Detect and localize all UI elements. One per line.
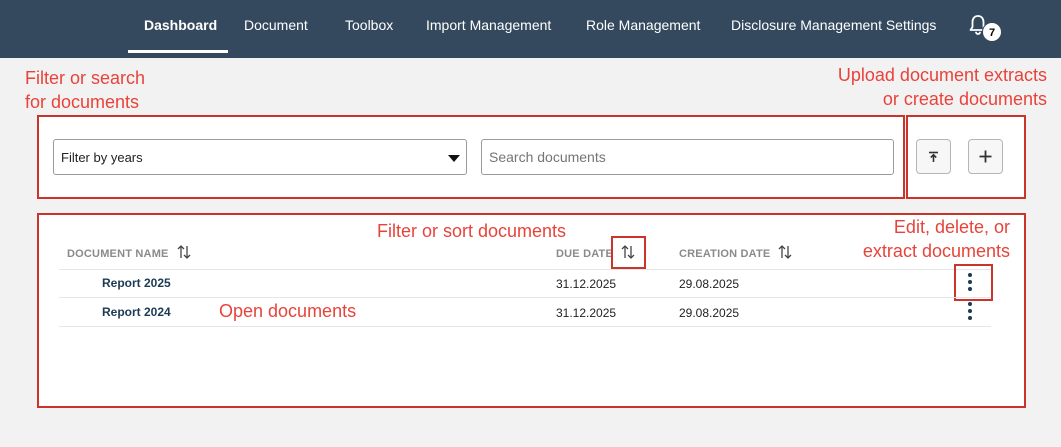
upload-icon <box>929 151 938 162</box>
annotation-upload-create: Upload document extracts or create docum… <box>837 65 1047 109</box>
due-date-cell: 31.12.2025 <box>556 306 617 320</box>
annotation-filter-search: Filter or search for documents <box>25 68 146 112</box>
due-date-cell: 31.12.2025 <box>556 277 617 291</box>
filter-by-years-select[interactable]: Filter by years <box>53 139 467 175</box>
sort-icon[interactable] <box>777 244 793 260</box>
annotation-edit-delete: Edit, delete, or extract documents <box>862 217 1010 261</box>
nav-item-toolbox[interactable]: Toolbox <box>345 17 393 33</box>
document-name-link[interactable]: Report 2024 <box>102 305 171 319</box>
more-options-icon[interactable] <box>965 302 975 324</box>
nav-item-disclosure-management-settings[interactable]: Disclosure Management Settings <box>731 17 936 33</box>
plus-icon <box>979 150 992 163</box>
more-options-icon[interactable] <box>965 273 975 295</box>
nav-item-document[interactable]: Document <box>244 17 308 33</box>
nav-item-import-management[interactable]: Import Management <box>426 17 551 33</box>
top-navigation-bar: Dashboard Document Toolbox Import Manage… <box>0 0 1061 58</box>
column-header-creation-date: CREATION DATE <box>679 248 771 260</box>
table-divider <box>59 269 991 270</box>
creation-date-cell: 29.08.2025 <box>679 306 740 320</box>
search-documents-input[interactable] <box>481 139 894 175</box>
create-document-button[interactable] <box>968 139 1003 174</box>
creation-date-cell: 29.08.2025 <box>679 277 740 291</box>
notification-count-badge: 7 <box>982 22 1002 42</box>
sort-icon[interactable] <box>176 244 192 260</box>
annotation-filter-sort: Filter or sort documents <box>377 221 567 241</box>
caret-down-icon <box>448 155 460 162</box>
table-divider <box>59 297 991 298</box>
annotation-open-documents: Open documents <box>219 301 357 321</box>
active-nav-indicator <box>128 50 228 53</box>
column-header-document-name: DOCUMENT NAME <box>67 248 169 260</box>
column-header-due-date: DUE DATE <box>556 248 614 260</box>
table-divider <box>59 326 991 327</box>
document-name-link[interactable]: Report 2025 <box>102 276 171 290</box>
nav-item-dashboard[interactable]: Dashboard <box>144 17 217 33</box>
nav-item-role-management[interactable]: Role Management <box>586 17 700 33</box>
sort-icon[interactable] <box>620 244 636 260</box>
filter-by-years-value: Filter by years <box>61 150 143 165</box>
upload-document-button[interactable] <box>916 139 951 174</box>
